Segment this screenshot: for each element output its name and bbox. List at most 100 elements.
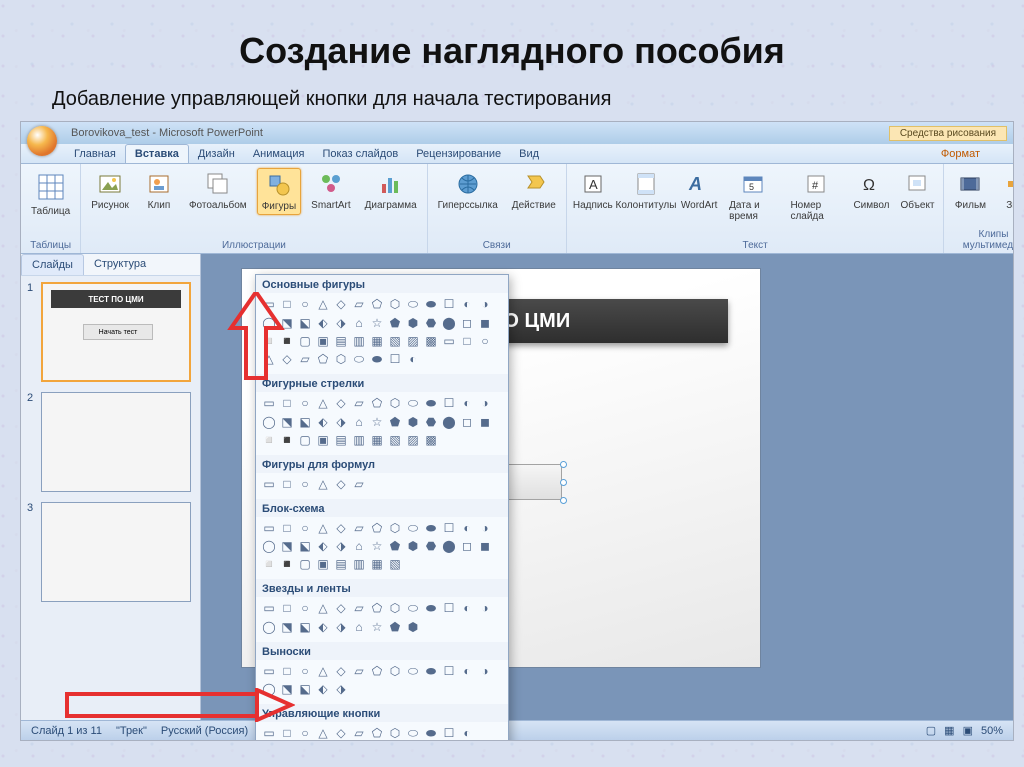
- shape-option[interactable]: ◇: [332, 724, 350, 741]
- slide-thumb-2[interactable]: 2: [27, 392, 194, 492]
- shape-option[interactable]: ⬟: [386, 537, 404, 555]
- tab-view[interactable]: Вид: [510, 145, 548, 163]
- shape-option[interactable]: ▱: [350, 295, 368, 313]
- shape-option[interactable]: ▧: [386, 555, 404, 573]
- shape-option[interactable]: ○: [296, 295, 314, 313]
- slide-thumb-3[interactable]: 3: [27, 502, 194, 602]
- shape-option[interactable]: ◻: [458, 314, 476, 332]
- shape-option[interactable]: ◐: [458, 394, 476, 412]
- shape-option[interactable]: ◽: [260, 555, 278, 573]
- tab-review[interactable]: Рецензирование: [407, 145, 510, 163]
- shape-option[interactable]: △: [314, 662, 332, 680]
- view-sorter-icon[interactable]: ▦: [944, 724, 954, 737]
- shape-option[interactable]: □: [278, 394, 296, 412]
- shape-option[interactable]: △: [314, 599, 332, 617]
- shape-option[interactable]: ⬬: [422, 395, 440, 413]
- shape-option[interactable]: ⬢: [404, 314, 422, 332]
- shape-option[interactable]: ▤: [332, 332, 350, 350]
- shape-option[interactable]: ○: [296, 599, 314, 617]
- insert-shapes[interactable]: Фигуры: [257, 168, 301, 215]
- nav-tab-outline[interactable]: Структура: [84, 254, 156, 275]
- shape-option[interactable]: ○: [476, 332, 494, 350]
- shape-option[interactable]: ⬭: [404, 600, 422, 618]
- shape-option[interactable]: ☆: [368, 537, 386, 555]
- insert-symbol[interactable]: Ω Символ: [851, 168, 891, 224]
- shape-option[interactable]: ☆: [368, 413, 386, 431]
- shape-option[interactable]: ☆: [368, 314, 386, 332]
- shape-option[interactable]: □: [278, 475, 296, 493]
- shape-option[interactable]: △: [314, 724, 332, 741]
- shape-option[interactable]: ⬖: [314, 618, 332, 636]
- shape-option[interactable]: □: [278, 724, 296, 741]
- shape-option[interactable]: ▱: [350, 599, 368, 617]
- shape-option[interactable]: ⬟: [386, 413, 404, 431]
- shape-option[interactable]: ⬤: [440, 314, 458, 332]
- shape-option[interactable]: ◻: [458, 537, 476, 555]
- shape-option[interactable]: ⬕: [296, 413, 314, 431]
- insert-textbox[interactable]: A Надпись: [573, 168, 613, 224]
- shape-option[interactable]: ⬬: [422, 296, 440, 314]
- shape-option[interactable]: ◇: [332, 662, 350, 680]
- insert-photoalbum[interactable]: Фотоальбом: [185, 168, 251, 215]
- shape-option[interactable]: ◾: [278, 431, 296, 449]
- shape-option[interactable]: ⬭: [350, 350, 368, 368]
- shape-option[interactable]: ⬭: [404, 519, 422, 537]
- shape-option[interactable]: ⬡: [386, 394, 404, 412]
- shape-option[interactable]: ◑: [476, 599, 494, 617]
- view-normal-icon[interactable]: ▢: [926, 724, 936, 737]
- shape-option[interactable]: ⬬: [422, 519, 440, 537]
- shape-option[interactable]: ◇: [332, 475, 350, 493]
- shape-option[interactable]: ▱: [350, 724, 368, 741]
- shape-option[interactable]: ⬬: [422, 662, 440, 680]
- shape-option[interactable]: ◇: [332, 599, 350, 617]
- shape-option[interactable]: ⬢: [404, 413, 422, 431]
- shape-option[interactable]: ⬣: [422, 413, 440, 431]
- shape-option[interactable]: ⬡: [332, 350, 350, 368]
- insert-action[interactable]: Действие: [508, 168, 560, 213]
- shape-option[interactable]: ⬔: [278, 537, 296, 555]
- tab-animations[interactable]: Анимация: [244, 145, 314, 163]
- tab-insert[interactable]: Вставка: [125, 144, 189, 163]
- shape-option[interactable]: ⬟: [386, 618, 404, 636]
- tab-home[interactable]: Главная: [65, 145, 125, 163]
- insert-chart[interactable]: Диаграмма: [361, 168, 421, 215]
- shape-option[interactable]: ⬡: [386, 724, 404, 741]
- shape-option[interactable]: ⬣: [422, 537, 440, 555]
- shape-option[interactable]: ⬕: [296, 314, 314, 332]
- shape-option[interactable]: ▱: [350, 475, 368, 493]
- shape-option[interactable]: ⬭: [404, 662, 422, 680]
- shape-option[interactable]: □: [278, 662, 296, 680]
- shape-option[interactable]: ▭: [440, 332, 458, 350]
- insert-table[interactable]: Таблица: [27, 168, 74, 219]
- shape-option[interactable]: ☐: [440, 662, 458, 680]
- shape-option[interactable]: ☐: [440, 519, 458, 537]
- shape-option[interactable]: ⌂: [350, 413, 368, 431]
- shape-option[interactable]: ◐: [458, 662, 476, 680]
- shape-option[interactable]: ⬭: [404, 296, 422, 314]
- shape-option[interactable]: ⬔: [278, 413, 296, 431]
- shape-option[interactable]: ⬕: [296, 537, 314, 555]
- shape-option[interactable]: ▩: [422, 332, 440, 350]
- insert-wordart[interactable]: A WordArt: [679, 168, 719, 224]
- shape-option[interactable]: ⬢: [404, 537, 422, 555]
- insert-clip[interactable]: Клип: [139, 168, 179, 215]
- shape-option[interactable]: ▱: [350, 394, 368, 412]
- shape-option[interactable]: ◑: [476, 662, 494, 680]
- shape-option[interactable]: ◇: [332, 519, 350, 537]
- shape-option[interactable]: ⌂: [350, 537, 368, 555]
- slide-thumb-1[interactable]: 1 ТЕСТ ПО ЦМИ Начать тест: [27, 282, 194, 382]
- shape-option[interactable]: ◐: [458, 295, 476, 313]
- resize-handle-se[interactable]: [560, 497, 567, 504]
- shape-option[interactable]: ◽: [260, 431, 278, 449]
- shape-option[interactable]: △: [314, 475, 332, 493]
- shape-option[interactable]: ▢: [296, 431, 314, 449]
- shape-option[interactable]: ▭: [260, 519, 278, 537]
- insert-picture[interactable]: Рисунок: [87, 168, 133, 215]
- shape-option[interactable]: ◐: [458, 599, 476, 617]
- shape-option[interactable]: ⬬: [422, 725, 440, 742]
- shape-option[interactable]: ⬡: [386, 295, 404, 313]
- shape-option[interactable]: ⬤: [440, 537, 458, 555]
- tab-slideshow[interactable]: Показ слайдов: [313, 145, 407, 163]
- shape-option[interactable]: ⬕: [296, 680, 314, 698]
- shape-option[interactable]: ▩: [422, 431, 440, 449]
